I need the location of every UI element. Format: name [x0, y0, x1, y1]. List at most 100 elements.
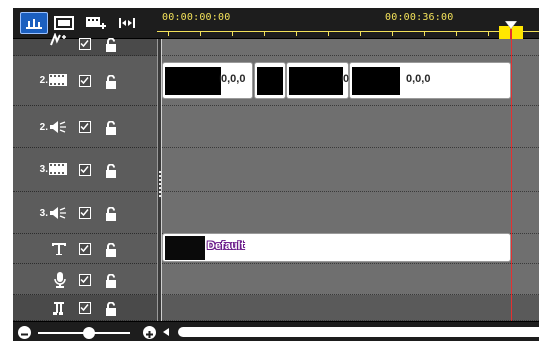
- clip-label: Default: [207, 240, 245, 252]
- title-clip[interactable]: Default: [162, 233, 511, 262]
- lane-music[interactable]: [162, 295, 539, 321]
- minus-icon: [21, 333, 28, 336]
- video-clip[interactable]: 0: [286, 62, 349, 99]
- video-clip[interactable]: 0,0,0: [349, 62, 511, 99]
- track-header-effects: [13, 33, 157, 56]
- lane-title[interactable]: Default: [162, 233, 539, 264]
- video-clip[interactable]: 0,0,0: [162, 62, 253, 99]
- track-lock-toggle[interactable]: [105, 242, 117, 261]
- checkmark-icon: [80, 40, 89, 48]
- unlock-icon: [106, 206, 116, 221]
- unlock-icon: [106, 242, 116, 257]
- text-icon: [52, 243, 66, 255]
- track-header-video-3: 3.: [13, 148, 157, 192]
- timeline-panel: 00:00:00:00 00:00:36:00 2. 2. 3. 3. 0,0,…: [13, 8, 539, 341]
- track-enable-checkbox[interactable]: [79, 164, 91, 176]
- time-ruler[interactable]: 00:00:00:00 00:00:36:00: [157, 8, 539, 39]
- track-lanes: 0,0,0 0 0,0,0 Default: [162, 39, 539, 321]
- scroll-left-arrow-icon[interactable]: [162, 328, 170, 336]
- track-lock-toggle[interactable]: [105, 301, 117, 320]
- speaker-icon: [50, 207, 66, 219]
- ruler-tick: [232, 31, 233, 36]
- fit-width-icon: [119, 18, 135, 28]
- lane-effects[interactable]: [162, 39, 539, 56]
- track-enable-checkbox[interactable]: [79, 302, 91, 314]
- ruler-tick: [488, 31, 489, 36]
- effects-icon: [50, 33, 66, 46]
- track-enable-checkbox[interactable]: [79, 38, 91, 50]
- add-track-button[interactable]: [83, 12, 109, 34]
- timecode-mid: 00:00:36:00: [385, 12, 454, 23]
- playhead-handle[interactable]: [499, 21, 523, 39]
- clip-thumbnail: [165, 236, 205, 260]
- plus-icon: [146, 331, 153, 338]
- lane-voice[interactable]: [162, 264, 539, 295]
- track-lock-toggle[interactable]: [105, 163, 117, 182]
- track-number: 3.: [39, 207, 48, 219]
- ruler-tick: [328, 31, 329, 36]
- horizontal-scroll-thumb[interactable]: [178, 327, 539, 337]
- checkmark-icon: [80, 245, 89, 253]
- zoom-in-button[interactable]: [143, 326, 156, 339]
- track-header-audio-2: 2.: [13, 106, 157, 148]
- ruler-tick: [264, 31, 265, 36]
- unlock-icon: [106, 120, 116, 135]
- music-note-icon: [53, 302, 64, 315]
- splitter-grip-icon: [159, 171, 161, 197]
- clip-label: 0,0,0: [406, 73, 431, 85]
- storyboard-icon: [54, 16, 74, 30]
- timeline-view-button[interactable]: [20, 12, 48, 34]
- track-header-audio-3: 3.: [13, 192, 157, 234]
- unlock-icon: [106, 301, 116, 316]
- track-header-music: [13, 295, 157, 321]
- track-lock-toggle[interactable]: [105, 74, 117, 93]
- unlock-icon: [106, 163, 116, 178]
- checkmark-icon: [80, 77, 89, 85]
- ruler-tick: [200, 31, 201, 36]
- film-icon: [49, 163, 67, 175]
- speaker-icon: [50, 121, 66, 133]
- zoom-slider-thumb[interactable]: [82, 327, 95, 339]
- lane-video-3[interactable]: [162, 148, 539, 192]
- clip-thumbnail: [257, 67, 283, 95]
- ruler-tick: [296, 31, 297, 36]
- checkmark-icon: [80, 166, 89, 174]
- unlock-icon: [106, 74, 116, 89]
- track-lock-toggle[interactable]: [105, 37, 117, 56]
- track-enable-checkbox[interactable]: [79, 274, 91, 286]
- checkmark-icon: [80, 276, 89, 284]
- lane-video-2[interactable]: 0,0,0 0 0,0,0: [162, 56, 539, 106]
- checkmark-icon: [80, 123, 89, 131]
- lane-audio-3[interactable]: [162, 192, 539, 234]
- timeline-icon: [26, 19, 42, 29]
- ruler-tick: [456, 31, 457, 36]
- track-lock-toggle[interactable]: [105, 273, 117, 292]
- add-track-icon: [86, 17, 106, 29]
- ruler-tick: [360, 31, 361, 36]
- track-lock-toggle[interactable]: [105, 120, 117, 139]
- lane-audio-2[interactable]: [162, 106, 539, 148]
- film-icon: [49, 74, 67, 86]
- storyboard-view-button[interactable]: [51, 12, 77, 34]
- track-enable-checkbox[interactable]: [79, 121, 91, 133]
- fit-to-window-button[interactable]: [115, 12, 139, 34]
- checkmark-icon: [80, 209, 89, 217]
- ruler-tick: [168, 31, 169, 36]
- track-headers: 2. 2. 3. 3.: [13, 33, 157, 321]
- track-header-voice: [13, 264, 157, 295]
- track-lock-toggle[interactable]: [105, 206, 117, 225]
- ruler-tick: [392, 31, 393, 36]
- zoom-scroll-bar: [13, 321, 539, 341]
- zoom-out-button[interactable]: [18, 326, 31, 339]
- clip-thumbnail: [352, 67, 400, 95]
- video-clip[interactable]: [254, 62, 286, 99]
- microphone-icon: [54, 272, 66, 288]
- track-number: 2.: [39, 121, 48, 133]
- track-enable-checkbox[interactable]: [79, 207, 91, 219]
- track-enable-checkbox[interactable]: [79, 75, 91, 87]
- checkmark-icon: [80, 304, 89, 312]
- track-enable-checkbox[interactable]: [79, 243, 91, 255]
- track-number: 3.: [39, 163, 48, 175]
- ruler-baseline: [157, 31, 539, 32]
- track-header-title: [13, 234, 157, 264]
